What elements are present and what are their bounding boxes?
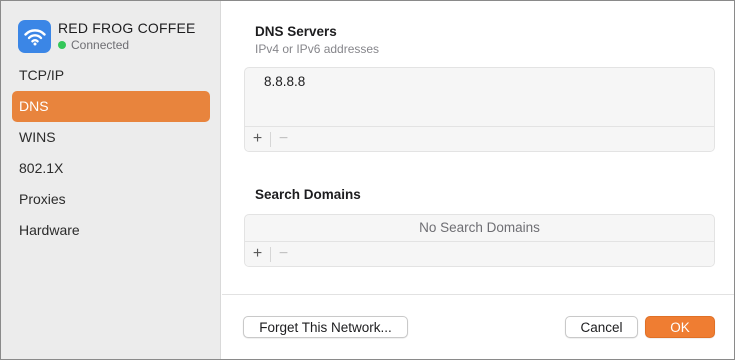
dns-servers-list-footer: + − (245, 126, 714, 151)
forget-network-button[interactable]: Forget This Network... (243, 316, 408, 338)
dns-servers-subtitle: IPv4 or IPv6 addresses (255, 42, 380, 56)
sidebar: RED FROG COFFEE Connected TCP/IP DNS WIN… (1, 1, 221, 359)
status-dot-icon (58, 41, 66, 49)
search-domains-empty-label: No Search Domains (419, 220, 540, 235)
network-header: RED FROG COFFEE Connected (18, 18, 196, 53)
sidebar-item-8021x[interactable]: 802.1X (12, 153, 210, 184)
network-details-window: RED FROG COFFEE Connected TCP/IP DNS WIN… (0, 0, 735, 360)
connection-status-label: Connected (71, 38, 130, 52)
sidebar-item-proxies[interactable]: Proxies (12, 184, 210, 215)
search-domains-title: Search Domains (255, 187, 361, 202)
connection-status: Connected (58, 38, 196, 52)
dns-servers-list[interactable]: 8.8.8.8 + − (244, 67, 715, 152)
add-dns-server-button[interactable]: + (245, 127, 270, 152)
ok-button[interactable]: OK (645, 316, 715, 338)
sidebar-item-tcpip[interactable]: TCP/IP (12, 60, 210, 91)
network-name: RED FROG COFFEE (58, 20, 196, 36)
sidebar-item-wins[interactable]: WINS (12, 122, 210, 153)
cancel-button[interactable]: Cancel (565, 316, 638, 338)
sidebar-list: TCP/IP DNS WINS 802.1X Proxies Hardware (12, 60, 210, 246)
dns-server-entry[interactable]: 8.8.8.8 (264, 74, 305, 89)
remove-search-domain-button[interactable]: − (271, 242, 296, 267)
remove-dns-server-button[interactable]: − (271, 127, 296, 152)
search-domains-list-footer: + − (245, 241, 714, 266)
add-search-domain-button[interactable]: + (245, 242, 270, 267)
sidebar-item-dns[interactable]: DNS (12, 91, 210, 122)
wifi-icon (18, 20, 51, 53)
sidebar-item-hardware[interactable]: Hardware (12, 215, 210, 246)
bottom-divider (222, 294, 734, 295)
search-domains-list[interactable]: No Search Domains + − (244, 214, 715, 267)
dns-servers-title: DNS Servers (255, 24, 337, 39)
dns-settings-pane: DNS Servers IPv4 or IPv6 addresses 8.8.8… (222, 1, 734, 359)
